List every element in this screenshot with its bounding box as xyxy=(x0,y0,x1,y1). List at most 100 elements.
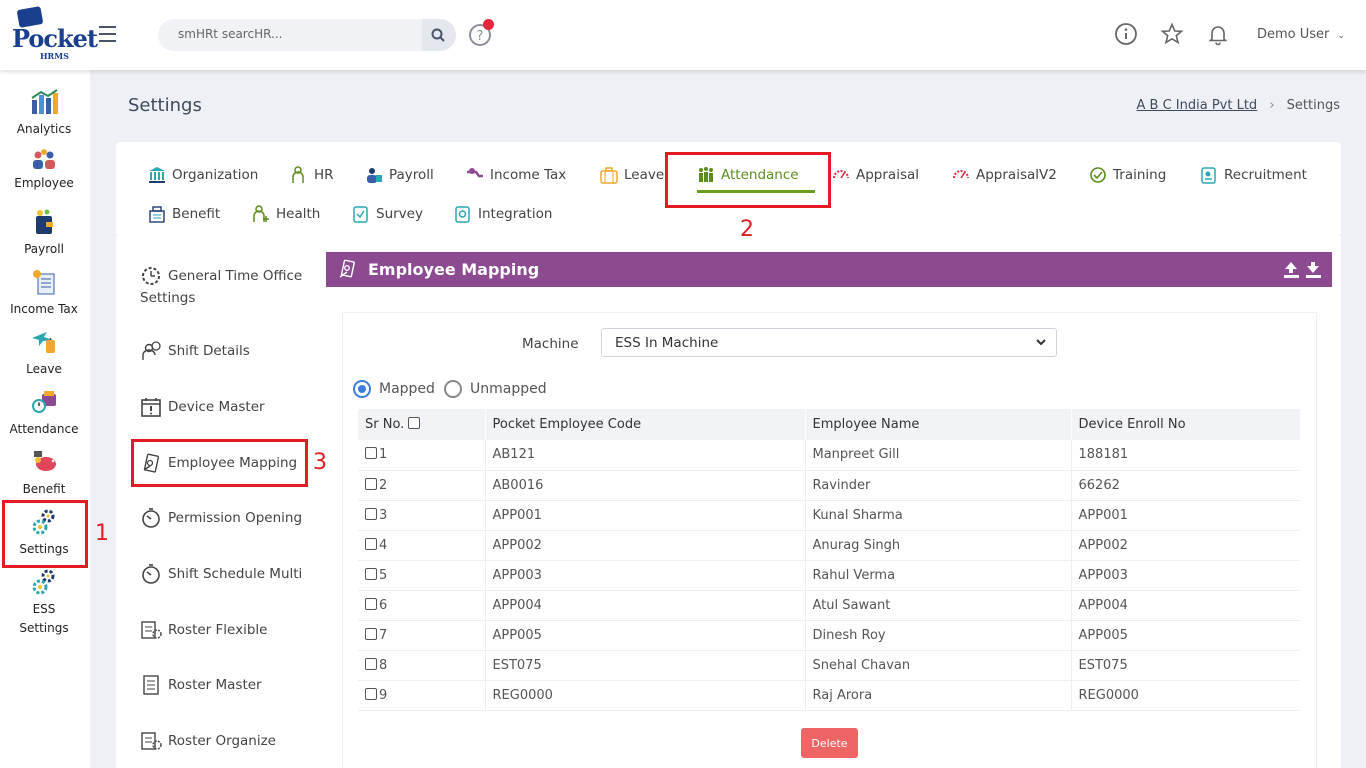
table-row[interactable]: 5 APP003 Rahul Verma APP003 xyxy=(358,560,1300,591)
select-all-checkbox[interactable] xyxy=(408,417,421,429)
machine-select[interactable]: ESS In Machine xyxy=(601,328,1057,357)
tab-hr[interactable]: HR xyxy=(290,166,334,184)
radio-mapped[interactable]: Mapped xyxy=(353,380,435,398)
row-checkbox[interactable] xyxy=(365,687,377,700)
tab-appraisal[interactable]: Appraisal xyxy=(832,166,919,184)
sidebar-item-income-tax[interactable]: Income Tax xyxy=(0,268,88,319)
table-row[interactable]: 9 REG0000 Raj Arora REG0000 xyxy=(358,680,1300,711)
tab-health[interactable]: Health xyxy=(252,205,320,223)
bell-icon[interactable] xyxy=(1206,22,1230,46)
submenu-permission-opening[interactable]: Permission Opening xyxy=(140,507,302,529)
annotation-number-3: 3 xyxy=(313,450,327,475)
analytics-icon xyxy=(31,89,58,114)
cell-device-enroll-no: EST075 xyxy=(1071,650,1300,681)
sidebar-item-analytics[interactable]: Analytics xyxy=(0,88,88,139)
table-row[interactable]: 3 APP001 Kunal Sharma APP001 xyxy=(358,500,1300,531)
col-device-enroll-no: Device Enroll No xyxy=(1071,409,1300,440)
row-checkbox[interactable] xyxy=(365,657,377,670)
search-button[interactable] xyxy=(422,19,456,51)
row-checkbox[interactable] xyxy=(365,477,377,490)
cell-sr-no: 3 xyxy=(358,500,486,531)
upload-download-icon[interactable] xyxy=(1284,261,1324,279)
tab-payroll[interactable]: Payroll xyxy=(365,166,434,184)
tab-appraisalv2[interactable]: AppraisalV2 xyxy=(952,166,1057,184)
sidebar-item-ess-settings[interactable]: ESS Settings xyxy=(0,568,88,638)
cell-device-enroll-no: 188181 xyxy=(1071,440,1300,471)
table-row[interactable]: 6 APP004 Atul Sawant APP004 xyxy=(358,590,1300,621)
submenu-general-time-office-settings[interactable]: General Time Office Settings xyxy=(140,265,302,309)
pocket-hrms-logo[interactable]: Pocket HRMS xyxy=(10,6,98,62)
delete-button[interactable]: Delete xyxy=(801,728,858,758)
cell-employee-code: APP002 xyxy=(485,530,806,561)
tab-integration[interactable]: Integration xyxy=(454,205,552,223)
tab-organization[interactable]: Organization xyxy=(148,166,258,184)
table-header-row: Sr No. Pocket Employee Code Employee Nam… xyxy=(358,409,1300,440)
annotation-box-attendance-tab xyxy=(665,152,831,208)
star-icon[interactable] xyxy=(1160,22,1184,46)
tab-income-tax[interactable]: Income Tax xyxy=(466,166,566,184)
info-icon[interactable] xyxy=(1114,22,1138,46)
submenu-roster-master[interactable]: Roster Master xyxy=(140,674,262,696)
tab-training[interactable]: Training xyxy=(1089,166,1166,184)
radio-unmapped[interactable]: Unmapped xyxy=(444,380,547,398)
cell-device-enroll-no: APP005 xyxy=(1071,620,1300,651)
sidebar-item-attendance[interactable]: Attendance xyxy=(0,388,88,439)
row-checkbox[interactable] xyxy=(365,537,377,550)
person-icon xyxy=(292,166,304,183)
submenu-shift-details[interactable]: Shift Details xyxy=(140,340,250,362)
cell-device-enroll-no: APP003 xyxy=(1071,560,1300,591)
row-checkbox[interactable] xyxy=(365,507,377,520)
col-employee-code: Pocket Employee Code xyxy=(485,409,806,440)
survey-icon xyxy=(353,206,368,223)
tab-survey[interactable]: Survey xyxy=(352,205,423,223)
bank-icon xyxy=(149,167,165,183)
sidebar-item-payroll[interactable]: Payroll xyxy=(0,208,88,259)
search-bar xyxy=(158,19,456,51)
cell-sr-no: 4 xyxy=(358,530,486,561)
table-row[interactable]: 1 AB121 Manpreet Gill 188181 xyxy=(358,440,1300,471)
row-checkbox[interactable] xyxy=(365,597,377,610)
row-checkbox[interactable] xyxy=(365,627,377,640)
leave-icon xyxy=(32,332,55,353)
hamburger-menu-icon[interactable] xyxy=(99,26,116,42)
radio-mapped-circle xyxy=(353,380,371,398)
calendar-alert-icon xyxy=(141,398,161,417)
tab-recruitment[interactable]: Recruitment xyxy=(1200,166,1307,184)
income-tax-hand-icon xyxy=(467,168,483,178)
cell-employee-name: Kunal Sharma xyxy=(805,500,1072,531)
panel-title: Employee Mapping xyxy=(368,260,540,279)
breadcrumb-company-link[interactable]: A B C India Pvt Ltd xyxy=(1137,98,1258,113)
search-icon xyxy=(431,28,445,42)
cell-employee-name: Atul Sawant xyxy=(805,590,1072,621)
tab-leave[interactable]: Leave xyxy=(600,166,664,184)
col-employee-name: Employee Name xyxy=(805,409,1072,440)
chevron-down-icon xyxy=(1036,339,1046,346)
submenu-roster-flexible[interactable]: Roster Flexible xyxy=(140,619,267,641)
machine-label: Machine xyxy=(522,336,579,352)
submenu-device-master[interactable]: Device Master xyxy=(140,396,265,418)
recruitment-icon xyxy=(1201,167,1216,184)
row-checkbox[interactable] xyxy=(365,567,377,580)
user-name: Demo User xyxy=(1257,27,1330,42)
table-row[interactable]: 4 APP002 Anurag Singh APP002 xyxy=(358,530,1300,561)
table-row[interactable]: 7 APP005 Dinesh Roy APP005 xyxy=(358,620,1300,651)
submenu-shift-schedule-multi[interactable]: Shift Schedule Multi xyxy=(140,563,302,585)
tab-benefit[interactable]: Benefit xyxy=(148,205,220,223)
sidebar-item-benefit[interactable]: Benefit xyxy=(0,448,88,499)
cell-employee-name: Snehal Chavan xyxy=(805,650,1072,681)
submenu-roster-organize[interactable]: Roster Organize xyxy=(140,730,276,752)
cell-employee-code: EST075 xyxy=(485,650,806,681)
user-menu[interactable]: Demo User ⌄ xyxy=(1257,27,1345,42)
sidebar-item-employee[interactable]: Employee xyxy=(0,148,88,193)
table-row[interactable]: 8 EST075 Snehal Chavan EST075 xyxy=(358,650,1300,681)
annotation-box-employee-mapping xyxy=(131,439,308,487)
table-row[interactable]: 2 AB0016 Ravinder 66262 xyxy=(358,470,1300,501)
sidebar-item-leave[interactable]: Leave xyxy=(0,328,88,379)
cell-sr-no: 7 xyxy=(358,620,486,651)
row-checkbox[interactable] xyxy=(365,447,377,460)
cell-employee-code: APP003 xyxy=(485,560,806,591)
cell-employee-name: Dinesh Roy xyxy=(805,620,1072,651)
help-icon[interactable]: ? xyxy=(468,19,494,47)
page-title: Settings xyxy=(128,95,202,116)
search-input[interactable] xyxy=(178,27,418,41)
